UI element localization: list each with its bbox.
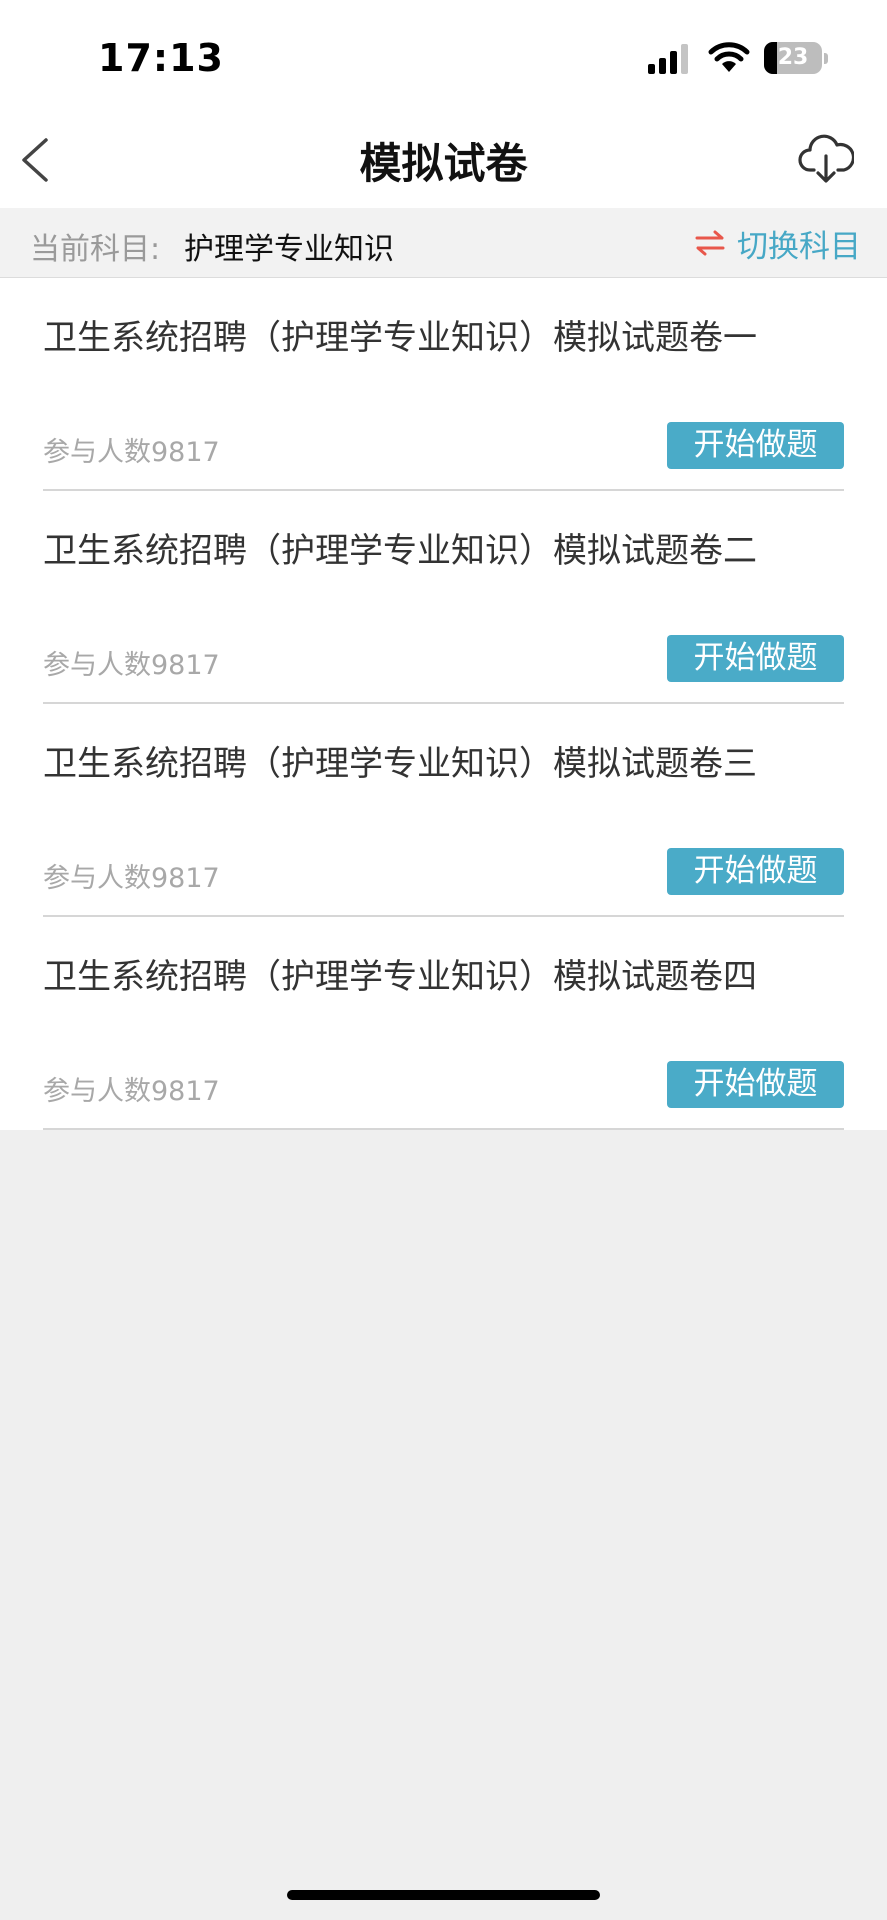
- home-indicator[interactable]: [287, 1890, 600, 1900]
- screen: 17:13 23 模拟试卷 当前科目: 护理学专业知识 切换科目 卫生系统招聘（…: [0, 0, 887, 1920]
- nav-bar: 模拟试卷: [0, 110, 887, 208]
- battery-level: 23: [777, 45, 809, 70]
- paper-title: 卫生系统招聘（护理学专业知识）模拟试题卷一: [43, 318, 757, 358]
- start-practice-button[interactable]: 开始做题: [667, 848, 844, 895]
- cloud-download-icon: [798, 134, 854, 183]
- download-button[interactable]: [798, 134, 854, 186]
- status-time: 17:13: [98, 36, 224, 80]
- participant-count: 参与人数9817: [43, 437, 220, 468]
- paper-list: 卫生系统招聘（护理学专业知识）模拟试题卷一 参与人数9817 开始做题 卫生系统…: [0, 278, 887, 1130]
- participant-count: 参与人数9817: [43, 650, 220, 681]
- paper-title: 卫生系统招聘（护理学专业知识）模拟试题卷二: [43, 531, 757, 571]
- paper-title: 卫生系统招聘（护理学专业知识）模拟试题卷四: [43, 957, 757, 997]
- start-practice-button[interactable]: 开始做题: [667, 1061, 844, 1108]
- swap-arrows-icon: [695, 230, 725, 256]
- status-bar: 17:13 23: [0, 0, 887, 110]
- switch-subject-button[interactable]: 切换科目: [695, 220, 861, 266]
- list-item[interactable]: 卫生系统招聘（护理学专业知识）模拟试题卷一 参与人数9817 开始做题: [43, 278, 844, 491]
- start-practice-button[interactable]: 开始做题: [667, 635, 844, 682]
- list-item[interactable]: 卫生系统招聘（护理学专业知识）模拟试题卷三 参与人数9817 开始做题: [43, 704, 844, 917]
- current-subject-value: 护理学专业知识: [184, 232, 394, 267]
- list-item[interactable]: 卫生系统招聘（护理学专业知识）模拟试题卷二 参与人数9817 开始做题: [43, 491, 844, 704]
- page-title: 模拟试卷: [359, 139, 528, 188]
- participant-count: 参与人数9817: [43, 863, 220, 894]
- paper-title: 卫生系统招聘（护理学专业知识）模拟试题卷三: [43, 744, 757, 784]
- battery-icon: 23: [764, 42, 822, 74]
- battery-cap: [824, 53, 828, 64]
- start-practice-button[interactable]: 开始做题: [667, 422, 844, 469]
- list-item[interactable]: 卫生系统招聘（护理学专业知识）模拟试题卷四 参与人数9817 开始做题: [43, 917, 844, 1130]
- wifi-icon: [708, 42, 750, 72]
- current-subject-label: 当前科目:: [30, 232, 161, 267]
- cellular-signal-icon: [648, 44, 688, 74]
- participant-count: 参与人数9817: [43, 1076, 220, 1107]
- subject-bar: 当前科目: 护理学专业知识 切换科目: [0, 208, 887, 278]
- switch-subject-label: 切换科目: [737, 228, 861, 265]
